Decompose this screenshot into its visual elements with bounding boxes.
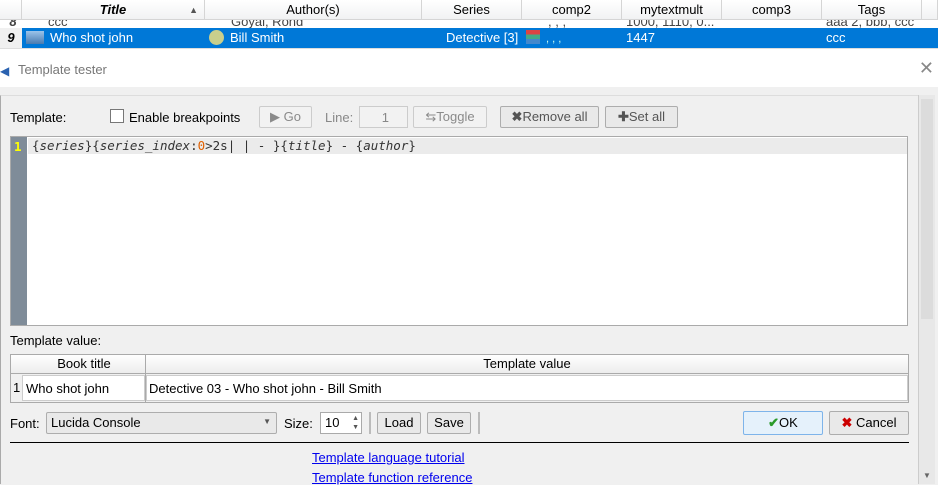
line-label: Line: [325, 110, 354, 125]
template-language-tutorial-link[interactable]: Template language tutorial [312, 450, 465, 465]
scroll-thumb[interactable] [921, 99, 933, 319]
rownum-header[interactable] [0, 0, 22, 19]
back-arrow-icon: ◀ [0, 64, 10, 78]
table-row-selected[interactable]: 9 Who shot john Bill Smith Detective [3]… [0, 28, 938, 48]
font-select[interactable]: Lucida Console ▼ [46, 412, 277, 434]
plus-icon: ✚ [617, 109, 629, 124]
cancel-button[interactable]: ✖ Cancel [829, 411, 909, 435]
header-template-value: Template value [483, 356, 571, 371]
column-comp3[interactable]: comp3 [722, 0, 822, 19]
template-label: Template: [10, 110, 67, 125]
sort-asc-icon: ▲ [189, 5, 198, 15]
ok-button[interactable]: ✔OK [743, 411, 823, 435]
template-value-label: Template value: [10, 333, 102, 348]
books-stack-icon [526, 30, 540, 44]
remove-all-button[interactable]: ✖Remove all [500, 106, 599, 128]
column-mytextmult[interactable]: mytextmult [622, 0, 722, 19]
font-label: Font: [10, 416, 40, 431]
play-icon: ▶ [270, 109, 284, 124]
result-template-value[interactable]: Detective 03 - Who shot john - Bill Smit… [146, 375, 908, 401]
column-comp2[interactable]: comp2 [522, 0, 622, 19]
separator [10, 442, 909, 443]
toggle-button[interactable]: ⇆Toggle [413, 106, 487, 128]
scroll-down-icon[interactable]: ▼ [923, 471, 931, 480]
author-face-icon [209, 30, 224, 45]
dialog-scrollbar[interactable]: ▼ [918, 95, 935, 484]
spinner-icon: ▲ ▼ [352, 415, 359, 431]
column-series[interactable]: Series [422, 0, 522, 19]
save-button[interactable]: Save [427, 412, 471, 434]
size-label: Size: [284, 416, 313, 431]
column-authors[interactable]: Author(s) [205, 0, 422, 19]
go-button[interactable]: ▶ Go [259, 106, 312, 128]
remove-icon: ✖ [511, 109, 523, 124]
font-size-spinbox[interactable]: 10 ▲ ▼ [320, 412, 362, 434]
header-book-title: Book title [57, 356, 111, 371]
load-button[interactable]: Load [377, 412, 421, 434]
dialog-title: Template tester [18, 62, 107, 77]
results-table: Book title Template value 1 Who shot joh… [10, 354, 909, 403]
library-header: Title ▲ Author(s) Series comp2 mytextmult… [0, 0, 938, 20]
close-icon[interactable]: ✕ [919, 58, 934, 79]
column-title[interactable]: Title ▲ [22, 0, 205, 19]
checkmark-icon: ✔ [768, 415, 780, 430]
table-row[interactable]: 8 ccc Goyal, Rond , , , 1000, 1110, 0...… [0, 20, 938, 28]
chevron-down-icon: ▼ [263, 417, 271, 426]
enable-breakpoints-checkbox[interactable] [110, 109, 124, 123]
code-line: {series}{series_index:0>2s| | - }{title}… [28, 138, 907, 154]
column-tags[interactable]: Tags [822, 0, 922, 19]
toggle-icon: ⇆ [425, 109, 437, 124]
line-number: 1 [14, 139, 22, 154]
dialog-titlebar: ◀ Template tester ✕ [0, 55, 938, 87]
line-spinbox[interactable]: 1 [359, 106, 408, 128]
enable-breakpoints-label[interactable]: Enable breakpoints [129, 110, 240, 125]
x-icon: ✖ [841, 415, 857, 430]
set-all-button[interactable]: ✚Set all [605, 106, 678, 128]
template-function-reference-link[interactable]: Template function reference [312, 470, 472, 485]
book-cover-icon [26, 31, 44, 44]
result-book-title[interactable]: Who shot john [22, 375, 145, 401]
template-editor[interactable]: 1 {series}{series_index:0>2s| | - }{titl… [10, 136, 908, 326]
